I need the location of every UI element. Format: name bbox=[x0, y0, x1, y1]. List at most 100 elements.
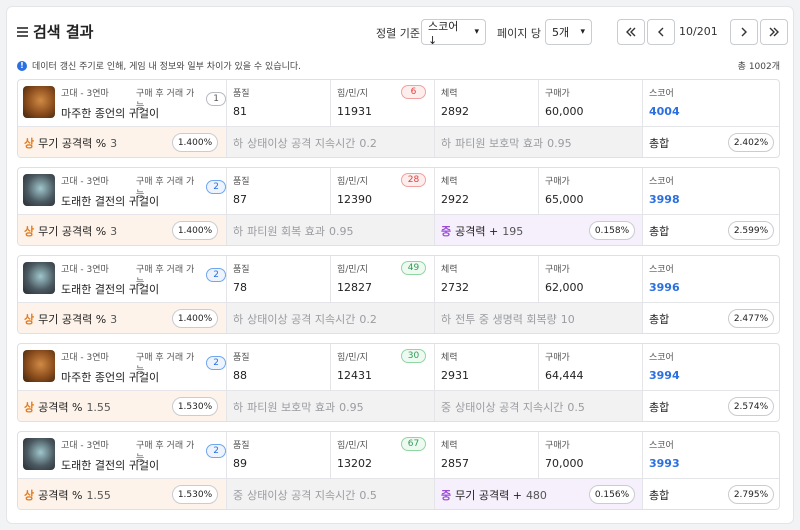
score-value: 3993 bbox=[649, 457, 680, 470]
next-page-button[interactable] bbox=[730, 19, 758, 45]
stats-cell: 힘/민/지 67 13202 bbox=[330, 432, 434, 478]
stats-label: 힘/민/지 bbox=[337, 177, 368, 187]
effect-value: 3 bbox=[110, 136, 118, 150]
result-card[interactable]: 고대 - 3연마 구매 후 거래 가능 2 도래한 결전의 귀걸이 품질 78 힘/민/지 4… bbox=[17, 255, 780, 334]
price-cell: 구매가 65,000 bbox=[538, 168, 642, 214]
vitality-cell: 체력 2857 bbox=[434, 432, 538, 478]
stats-label: 힘/민/지 bbox=[337, 89, 368, 99]
result-card-effects-row: 상 공격력 % 1.55 1.530% 하 파티원 보호막 효과 0.95 중 상태이상 공격 … bbox=[18, 391, 779, 421]
effect-pct-badge: 1.400% bbox=[172, 133, 218, 152]
effect-name: 파티원 회복 효과 bbox=[247, 225, 325, 238]
effect-value: 0.2 bbox=[359, 136, 377, 150]
effect-value: 0.5 bbox=[359, 488, 377, 502]
sort-select[interactable]: 스코어 ↓ ▾ bbox=[421, 19, 486, 47]
per-page-select[interactable]: 5개 ▾ bbox=[545, 19, 592, 45]
result-card-main-row: 고대 - 3연마 구매 후 거래 가능 2 도래한 결전의 귀걸이 품질 87 힘/민/지 2… bbox=[18, 168, 779, 215]
result-card-effects-row: 상 공격력 % 1.55 1.530% 중 상태이상 공격 지속시간 0.5 중 무기 공격력 … bbox=[18, 479, 779, 509]
quality-cell: 품질 89 bbox=[226, 432, 330, 478]
quality-label: 품질 bbox=[233, 353, 250, 363]
page-title-text: 검색 결과 bbox=[33, 23, 94, 41]
notice-text: 데이터 갱신 주기로 인해, 게임 내 정보와 일부 차이가 있을 수 있습니다… bbox=[32, 62, 302, 72]
effect-value: 10 bbox=[560, 312, 575, 326]
quality-label: 품질 bbox=[233, 265, 250, 275]
trade-count-badge: 2 bbox=[206, 180, 226, 194]
item-grade: 고대 - 3연마 bbox=[61, 441, 109, 451]
item-name[interactable]: 마주한 종언의 귀걸이 bbox=[61, 105, 159, 121]
effect-tier: 하 bbox=[233, 225, 244, 238]
item-name[interactable]: 도래한 결전의 귀걸이 bbox=[61, 193, 159, 209]
result-card[interactable]: 고대 - 3연마 구매 후 거래 가능 1 마주한 종언의 귀걸이 품질 81 힘/민/지 6… bbox=[17, 79, 780, 158]
stats-badge: 67 bbox=[401, 437, 426, 451]
effect-value: 0.2 bbox=[359, 312, 377, 326]
vitality-label: 체력 bbox=[441, 353, 458, 363]
effect-tier: 상 bbox=[24, 225, 35, 238]
result-card[interactable]: 고대 - 3연마 구매 후 거래 가능 2 도래한 결전의 귀걸이 품질 87 힘/민/지 2… bbox=[17, 167, 780, 246]
quality-label: 품질 bbox=[233, 89, 250, 99]
earring-gray-icon bbox=[23, 174, 55, 206]
effect-name: 전투 중 생명력 회복량 bbox=[455, 313, 557, 326]
earring-gray-icon bbox=[23, 438, 55, 470]
item-name[interactable]: 마주한 종언의 귀걸이 bbox=[61, 369, 159, 385]
effect-value: 195 bbox=[502, 224, 524, 238]
chevron-right-icon bbox=[741, 27, 747, 37]
effect-value: 0.95 bbox=[339, 400, 364, 414]
item-name[interactable]: 도래한 결전의 귀걸이 bbox=[61, 457, 159, 473]
result-card-main-row: 고대 - 3연마 구매 후 거래 가능 2 마주한 종언의 귀걸이 품질 88 힘/민/지 3… bbox=[18, 344, 779, 391]
stats-value: 11931 bbox=[337, 105, 372, 118]
price-label: 구매가 bbox=[545, 89, 570, 99]
score-value: 3994 bbox=[649, 369, 680, 382]
price-value: 65,000 bbox=[545, 193, 584, 206]
quality-cell: 품질 87 bbox=[226, 168, 330, 214]
score-cell: 스코어 3996 bbox=[642, 256, 779, 302]
results-header: 검색 결과 정렬 기준 스코어 ↓ ▾ 페이지 당 5개 ▾ 10/201 bbox=[17, 19, 788, 49]
last-page-button[interactable] bbox=[760, 19, 788, 45]
stats-label: 힘/민/지 bbox=[337, 265, 368, 275]
prev-page-button[interactable] bbox=[647, 19, 675, 45]
effect-cell: 상 공격력 % 1.55 1.530% bbox=[18, 391, 226, 421]
score-label: 스코어 bbox=[649, 353, 674, 363]
stats-value: 12827 bbox=[337, 281, 372, 294]
effect-name: 상태이상 공격 지속시간 bbox=[455, 401, 564, 414]
stats-cell: 힘/민/지 49 12827 bbox=[330, 256, 434, 302]
per-page-label: 페이지 당 bbox=[497, 27, 541, 40]
item-name[interactable]: 도래한 결전의 귀걸이 bbox=[61, 281, 159, 297]
effect-cell: 상 무기 공격력 % 3 1.400% bbox=[18, 127, 226, 157]
quality-value: 89 bbox=[233, 457, 247, 470]
vitality-value: 2892 bbox=[441, 105, 469, 118]
effect-tier: 하 bbox=[233, 137, 244, 150]
result-card[interactable]: 고대 - 3연마 구매 후 거래 가능 2 마주한 종언의 귀걸이 품질 88 힘/민/지 3… bbox=[17, 343, 780, 422]
price-cell: 구매가 70,000 bbox=[538, 432, 642, 478]
effect-cell: 하 전투 중 생명력 회복량 10 bbox=[434, 303, 642, 333]
result-card-main-row: 고대 - 3연마 구매 후 거래 가능 2 도래한 결전의 귀걸이 품질 89 힘/민/지 6… bbox=[18, 432, 779, 479]
price-value: 70,000 bbox=[545, 457, 584, 470]
sort-select-value: 스코어 ↓ bbox=[428, 19, 459, 47]
stats-label: 힘/민/지 bbox=[337, 441, 368, 451]
first-page-button[interactable] bbox=[617, 19, 645, 45]
result-card-main-row: 고대 - 3연마 구매 후 거래 가능 2 도래한 결전의 귀걸이 품질 78 힘/민/지 4… bbox=[18, 256, 779, 303]
result-card-effects-row: 상 무기 공격력 % 3 1.400% 하 파티원 회복 효과 0.95 중 공격력 +195 0… bbox=[18, 215, 779, 245]
effect-tier: 하 bbox=[233, 313, 244, 326]
score-value: 3996 bbox=[649, 281, 680, 294]
trade-count-badge: 2 bbox=[206, 268, 226, 282]
stats-badge: 49 bbox=[401, 261, 426, 275]
score-value: 4004 bbox=[649, 105, 680, 118]
price-label: 구매가 bbox=[545, 353, 570, 363]
effect-tier: 중 bbox=[233, 489, 244, 502]
page-title: 검색 결과 bbox=[17, 21, 93, 42]
notice: ! 데이터 갱신 주기로 인해, 게임 내 정보와 일부 차이가 있을 수 있습… bbox=[17, 59, 301, 72]
effect-value: 1.55 bbox=[86, 400, 111, 414]
stats-value: 13202 bbox=[337, 457, 372, 470]
result-card[interactable]: 고대 - 3연마 구매 후 거래 가능 2 도래한 결전의 귀걸이 품질 89 힘/민/지 6… bbox=[17, 431, 780, 510]
sum-label: 총합 bbox=[649, 489, 670, 502]
effect-value: 480 bbox=[525, 488, 547, 502]
stats-badge: 30 bbox=[401, 349, 426, 363]
earring-orange-icon bbox=[23, 350, 55, 382]
item-cell: 고대 - 3연마 구매 후 거래 가능 1 마주한 종언의 귀걸이 bbox=[18, 80, 226, 126]
item-grade: 고대 - 3연마 bbox=[61, 265, 109, 275]
trade-count-badge: 2 bbox=[206, 356, 226, 370]
effect-name: 무기 공격력 % bbox=[38, 137, 107, 150]
effect-name: 공격력 + bbox=[455, 225, 499, 238]
sum-cell: 총합 2.795% bbox=[642, 479, 779, 509]
effect-tier: 하 bbox=[441, 313, 452, 326]
effect-tier: 상 bbox=[24, 137, 35, 150]
